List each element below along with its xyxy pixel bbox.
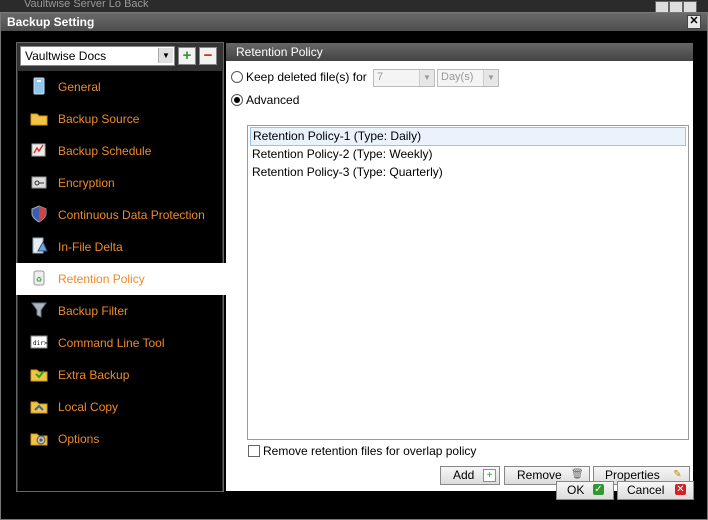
nav-item-backup-schedule[interactable]: Backup Schedule — [18, 135, 222, 167]
chevron-down-icon[interactable]: ▼ — [158, 48, 173, 63]
nav-item-local-copy[interactable]: Local Copy — [18, 391, 222, 423]
nav-item-options[interactable]: Options — [18, 423, 222, 455]
nav-item-backup-filter[interactable]: Backup Filter — [18, 295, 222, 327]
retention-policy-panel: Keep deleted file(s) for 7 ▼ Day(s) ▼ Ad… — [226, 61, 693, 491]
overlap-policy-checkbox[interactable] — [248, 445, 260, 457]
svg-text:♻: ♻ — [36, 276, 42, 284]
background-window-title: Vaultwise Server Lo Back — [24, 0, 149, 10]
panel-header: Retention Policy — [226, 43, 693, 61]
policy-label: Retention Policy-2 (Type: Weekly) — [252, 147, 433, 161]
general-icon — [33, 77, 45, 95]
ok-button[interactable]: OK ✓ — [556, 481, 614, 500]
ok-button-label: OK — [567, 483, 585, 497]
keep-unit-dropdown[interactable]: Day(s) ▼ — [437, 69, 499, 87]
nav-item-label: General — [58, 80, 101, 94]
properties-button-label: Properties — [605, 468, 660, 482]
nav-item-cdp[interactable]: Continuous Data Protection — [18, 199, 222, 231]
policy-label: Retention Policy-3 (Type: Quarterly) — [252, 165, 443, 179]
nav-item-label: Backup Filter — [58, 304, 129, 318]
recycle-bin-icon: ♻ — [33, 270, 45, 286]
dialog-titlebar: Backup Setting ✕ — [1, 13, 707, 31]
remove-backup-set-button[interactable]: − — [199, 47, 217, 65]
chevron-down-icon[interactable]: ▼ — [483, 70, 498, 86]
keep-deleted-radio[interactable] — [231, 71, 243, 83]
check-icon: ✓ — [593, 484, 604, 495]
advanced-radio[interactable] — [231, 94, 243, 106]
nav-item-label: Retention Policy — [58, 272, 145, 286]
cancel-x-icon: ✕ — [675, 484, 686, 495]
nav-item-label: Extra Backup — [58, 368, 130, 382]
add-button[interactable]: Add + — [440, 466, 500, 485]
schedule-icon — [31, 143, 46, 157]
cancel-button-label: Cancel — [627, 483, 665, 497]
edit-icon: ✎ — [673, 469, 682, 480]
terminal-icon: dir> — [30, 335, 48, 349]
add-icon: + — [483, 469, 496, 482]
filter-icon — [31, 302, 47, 318]
nav-item-label: Options — [58, 432, 100, 446]
nav-item-extra-backup[interactable]: Extra Backup — [18, 359, 222, 391]
nav-item-label: Command Line Tool — [58, 336, 165, 350]
left-panel: Vaultwise Docs ▼ + − General Backup Sour… — [16, 42, 226, 492]
extra-backup-icon — [30, 369, 48, 382]
nav-item-backup-source[interactable]: Backup Source — [18, 103, 222, 135]
trash-icon: 🗑 — [571, 469, 584, 480]
add-button-label: Add — [453, 468, 475, 482]
settings-nav: General Backup Source Backup Schedule En… — [16, 71, 226, 491]
nav-item-label: Local Copy — [58, 400, 119, 414]
overlap-policy-label: Remove retention files for overlap polic… — [263, 444, 477, 458]
backup-setting-dialog: Backup Setting ✕ Vaultwise Docs ▼ + − Ge… — [0, 12, 708, 520]
panel-title: Retention Policy — [236, 45, 323, 59]
nav-item-in-file-delta[interactable]: In-File Delta — [18, 231, 222, 263]
backup-set-dropdown[interactable]: Vaultwise Docs ▼ — [20, 46, 175, 66]
nav-item-label: Encryption — [58, 176, 115, 190]
svg-text:dir>: dir> — [33, 340, 48, 347]
nav-item-label: In-File Delta — [58, 240, 123, 254]
add-backup-set-button[interactable]: + — [178, 47, 196, 65]
keep-unit-value: Day(s) — [441, 71, 474, 83]
nav-item-label: Backup Schedule — [58, 144, 152, 158]
options-icon — [30, 433, 48, 446]
dialog-close-icon[interactable]: ✕ — [687, 15, 701, 29]
local-copy-icon — [30, 401, 48, 414]
keep-deleted-label: Keep deleted file(s) for — [246, 70, 367, 84]
key-icon — [31, 176, 47, 189]
nav-item-general[interactable]: General — [18, 71, 222, 103]
dialog-title: Backup Setting — [7, 15, 95, 29]
nav-item-encryption[interactable]: Encryption — [18, 167, 222, 199]
list-item[interactable]: Retention Policy-1 (Type: Daily) — [250, 127, 686, 146]
delta-icon — [32, 237, 48, 254]
policy-label: Retention Policy-1 (Type: Daily) — [253, 129, 422, 143]
list-item[interactable]: Retention Policy-3 (Type: Quarterly) — [250, 164, 684, 181]
nav-item-command-line-tool[interactable]: dir> Command Line Tool — [18, 327, 222, 359]
shield-icon — [31, 205, 47, 223]
keep-days-spinner[interactable]: 7 ▼ — [373, 69, 435, 87]
chevron-down-icon[interactable]: ▼ — [419, 70, 434, 86]
list-item[interactable]: Retention Policy-2 (Type: Weekly) — [250, 146, 684, 163]
backup-set-value: Vaultwise Docs — [25, 49, 107, 63]
folder-icon — [30, 113, 48, 126]
keep-days-value: 7 — [377, 71, 384, 83]
remove-button-label: Remove — [517, 468, 562, 482]
nav-item-label: Continuous Data Protection — [58, 208, 205, 222]
cancel-button[interactable]: Cancel ✕ — [617, 481, 694, 500]
retention-policy-list[interactable]: Retention Policy-1 (Type: Daily) Retenti… — [247, 125, 689, 440]
backup-set-row: Vaultwise Docs ▼ + − — [20, 46, 220, 66]
nav-item-retention-policy[interactable]: ♻ Retention Policy — [16, 263, 226, 295]
nav-item-label: Backup Source — [58, 112, 140, 126]
background-window-titlebar: Vaultwise Server Lo Back — [0, 0, 708, 13]
advanced-label: Advanced — [246, 93, 300, 107]
